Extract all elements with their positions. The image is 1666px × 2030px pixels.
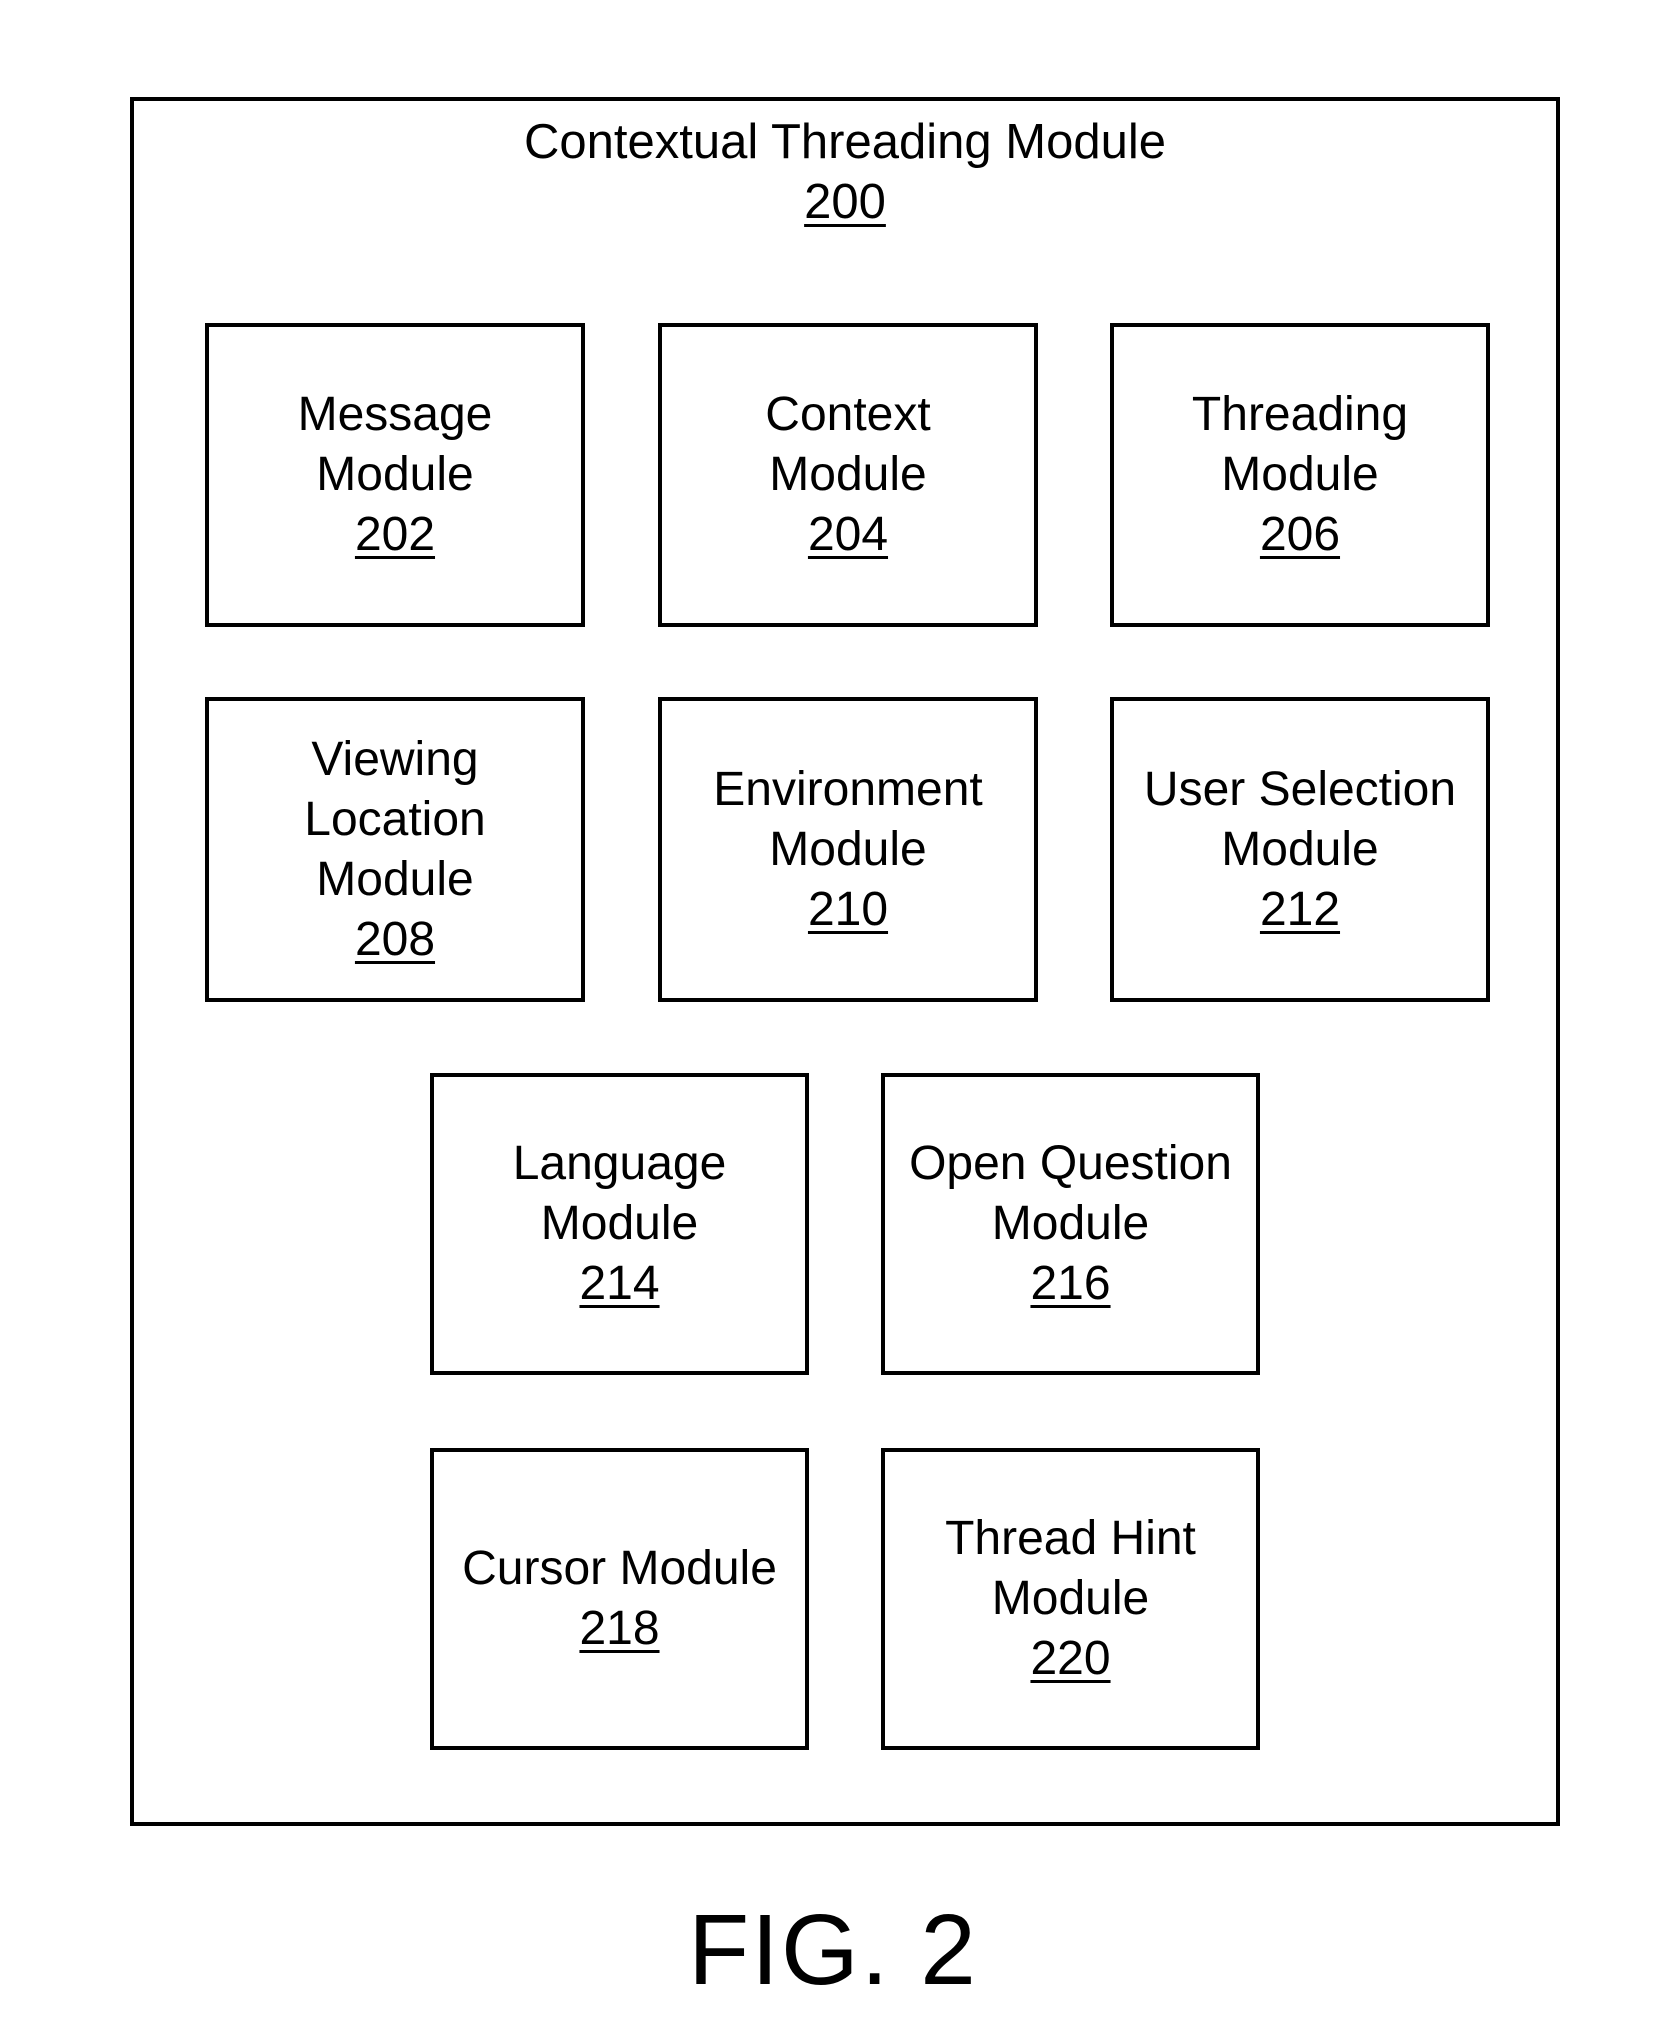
module-reference-number: 220 bbox=[1030, 1632, 1111, 1685]
container-title-text: Contextual Threading Module bbox=[524, 115, 1166, 169]
container-title: Contextual Threading Module 200 bbox=[130, 112, 1560, 232]
container-reference-number: 200 bbox=[804, 175, 886, 229]
module-label: Language Module 214 bbox=[513, 1134, 727, 1314]
viewing-location-module-box: Viewing Location Module 208 bbox=[205, 697, 585, 1002]
module-label-line: Module bbox=[316, 448, 474, 501]
module-label-line: Thread Hint bbox=[945, 1512, 1196, 1565]
module-label-line: Module bbox=[316, 852, 474, 906]
module-label-line: Module bbox=[991, 1197, 1150, 1250]
module-reference-number: 208 bbox=[354, 912, 436, 966]
user-selection-module-box: User Selection Module 212 bbox=[1110, 697, 1490, 1002]
context-module-box: Context Module 204 bbox=[658, 323, 1038, 627]
threading-module-box: Threading Module 206 bbox=[1110, 323, 1490, 627]
environment-module-box: Environment Module 210 bbox=[658, 697, 1038, 1002]
module-label-line: Location bbox=[304, 792, 486, 846]
thread-hint-module-box: Thread Hint Module 220 bbox=[881, 1448, 1260, 1750]
cursor-module-box: Cursor Module 218 bbox=[430, 1448, 809, 1750]
module-label-line: Message bbox=[297, 388, 493, 441]
module-label-line: Module bbox=[769, 822, 927, 876]
language-module-box: Language Module 214 bbox=[430, 1073, 809, 1375]
module-label: Viewing Location Module 208 bbox=[304, 730, 485, 970]
module-label-line: Module bbox=[991, 1572, 1150, 1625]
module-label-line: Cursor Module bbox=[462, 1542, 777, 1595]
module-label-line: Language bbox=[512, 1137, 727, 1190]
module-label-line: Module bbox=[769, 448, 927, 501]
module-reference-number: 204 bbox=[807, 508, 889, 561]
module-reference-number: 202 bbox=[354, 508, 436, 561]
module-label: Environment Module 210 bbox=[713, 760, 982, 940]
module-label-line: Module bbox=[1221, 822, 1379, 876]
module-label: Open Question Module 216 bbox=[909, 1134, 1232, 1314]
module-label: Thread Hint Module 220 bbox=[945, 1509, 1196, 1689]
module-label: Cursor Module 218 bbox=[462, 1539, 777, 1659]
module-label-line: Environment bbox=[713, 762, 983, 816]
module-label-line: User Selection bbox=[1143, 762, 1457, 816]
module-reference-number: 210 bbox=[807, 882, 889, 936]
module-label-line: Viewing bbox=[311, 732, 479, 786]
module-label-line: Module bbox=[540, 1197, 699, 1250]
module-label: Message Module 202 bbox=[298, 385, 493, 565]
module-label: Context Module 204 bbox=[765, 385, 930, 565]
module-label: User Selection Module 212 bbox=[1144, 760, 1456, 940]
open-question-module-box: Open Question Module 216 bbox=[881, 1073, 1260, 1375]
figure-label: FIG. 2 bbox=[688, 1894, 978, 2006]
module-reference-number: 214 bbox=[579, 1257, 660, 1310]
module-reference-number: 218 bbox=[579, 1602, 660, 1655]
module-reference-number: 216 bbox=[1030, 1257, 1111, 1310]
module-label-line: Module bbox=[1221, 448, 1379, 501]
module-label: Threading Module 206 bbox=[1192, 385, 1408, 565]
module-reference-number: 206 bbox=[1259, 508, 1341, 561]
module-reference-number: 212 bbox=[1259, 882, 1341, 936]
module-label-line: Open Question bbox=[909, 1137, 1232, 1190]
message-module-box: Message Module 202 bbox=[205, 323, 585, 627]
module-label-line: Context bbox=[765, 388, 931, 441]
module-label-line: Threading bbox=[1191, 388, 1409, 441]
